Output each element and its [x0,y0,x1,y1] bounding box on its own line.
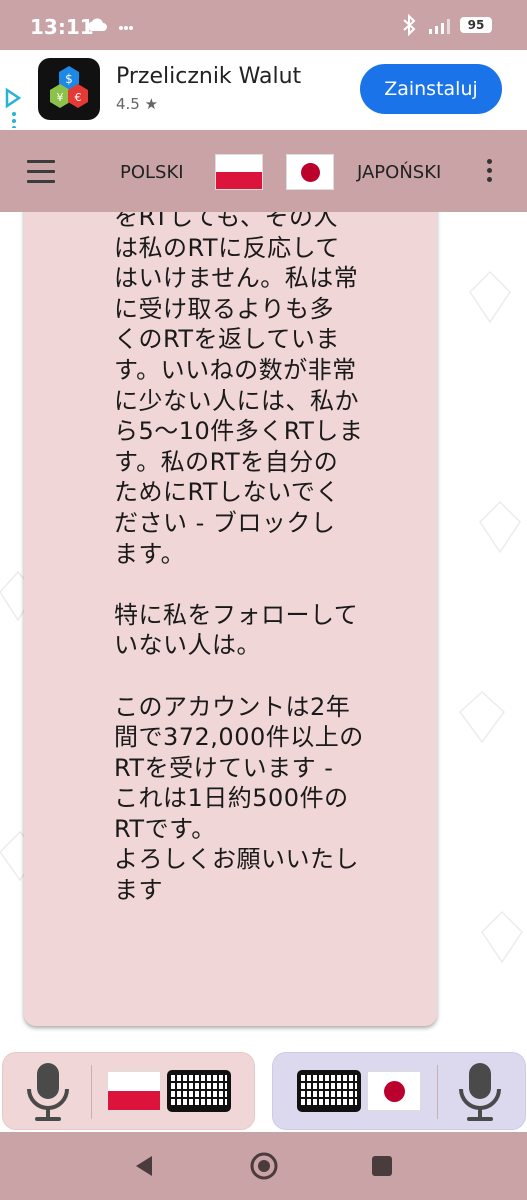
svg-text:€: € [75,91,82,104]
japanese-input-panel [272,1052,526,1130]
message-text: をRTしても、その人 は私のRTに反応して はいけません。私は常 に受け取るより… [114,212,364,905]
status-bar: 13:11 95 [0,0,527,50]
more-dots-icon [119,26,133,30]
flag-japan-icon[interactable] [367,1071,421,1111]
ad-app-name[interactable]: Przelicznik Walut [116,64,301,89]
polish-input-panel [2,1052,255,1130]
flag-japan-icon[interactable] [286,154,334,190]
ad-rating: 4.5 ★ [116,95,159,113]
target-language-label[interactable]: JAPOŃSKI [357,162,441,183]
system-navigation-bar [0,1132,527,1200]
install-button[interactable]: Zainstaluj [360,64,502,114]
flag-poland-icon[interactable] [215,154,263,190]
svg-text:¥: ¥ [57,91,64,104]
ad-banner[interactable]: $ ¥ € Przelicznik Walut 4.5 ★ Zainstaluj [0,50,527,130]
svg-text:$: $ [65,72,73,86]
menu-icon[interactable] [27,160,55,190]
more-vert-icon[interactable] [487,159,492,186]
recents-icon[interactable] [371,1155,393,1177]
app-toolbar: POLSKI JAPOŃSKI [0,130,527,212]
microphone-icon[interactable] [23,1059,73,1125]
currency-app-icon[interactable]: $ ¥ € [38,58,100,120]
signal-icon [429,19,450,34]
battery-level: 95 [467,18,485,32]
message-bubble[interactable]: をRTしても、その人 は私のRTに反応して はいけません。私は常 に受け取るより… [24,212,437,1026]
keyboard-icon[interactable] [167,1070,231,1112]
flag-poland-icon[interactable] [107,1071,161,1111]
source-language-label[interactable]: POLSKI [120,162,184,183]
status-time: 13:11 [30,15,94,39]
bluetooth-icon [403,14,416,36]
keyboard-icon[interactable] [297,1070,361,1112]
home-icon[interactable] [249,1151,279,1181]
cloud-icon [87,18,107,31]
back-icon[interactable] [132,1154,156,1178]
microphone-icon[interactable] [455,1059,505,1125]
battery-icon: 95 [460,17,492,33]
ad-choices-icon[interactable] [4,88,24,128]
chat-area: をRTしても、その人 は私のRTに反応して はいけません。私は常 に受け取るより… [0,212,527,1050]
